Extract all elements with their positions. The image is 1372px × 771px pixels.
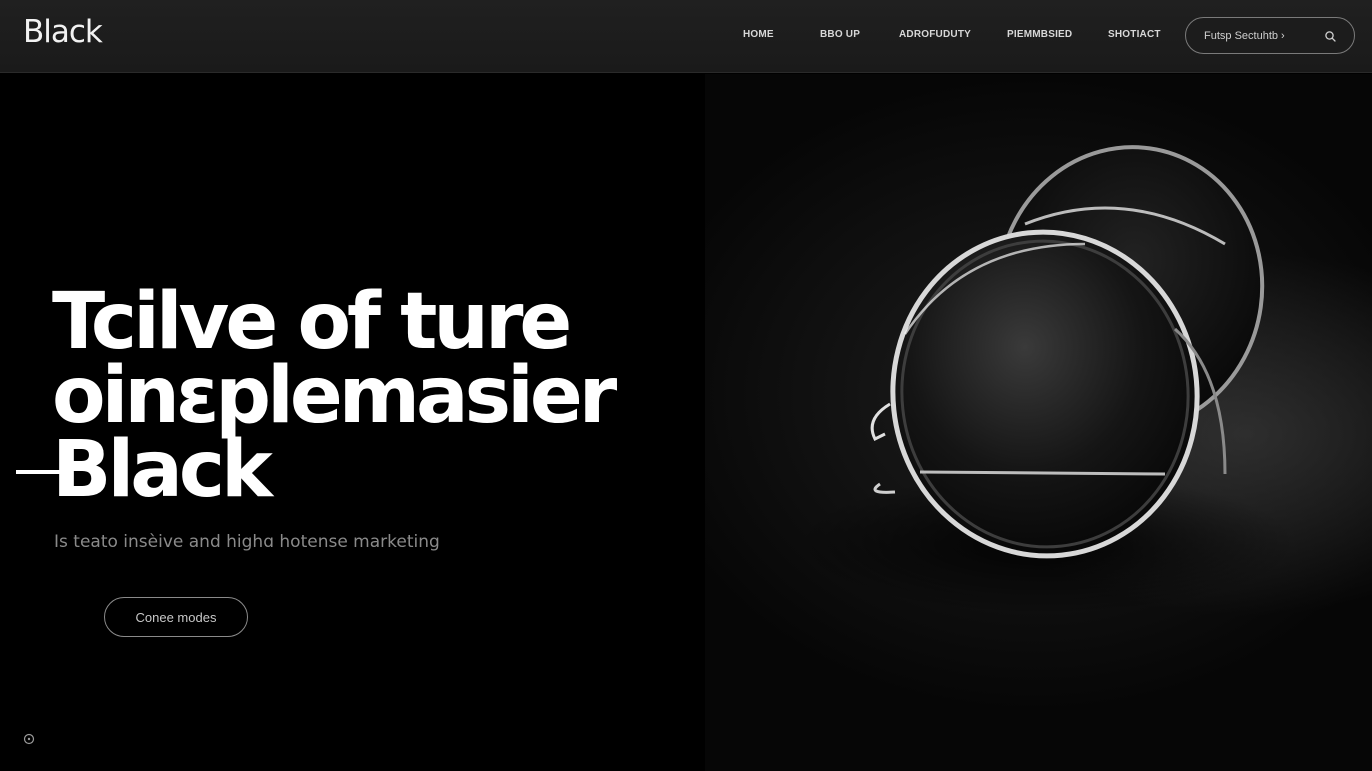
headline-line-3: Black: [52, 425, 273, 515]
nav-piemmbsied[interactable]: PIEMMBSIED: [1007, 29, 1072, 40]
headline-line-1: Tcilve of ture: [52, 277, 572, 367]
headline-line-2: oinɛplemasier: [52, 351, 617, 441]
nav-bbo-up[interactable]: BBO UP: [820, 29, 860, 40]
hero-headline: Tcilve of ture oinɛplemasier Black: [52, 277, 672, 515]
nav-adrofuduty[interactable]: ADROFUDUTY: [899, 29, 971, 40]
main-nav: HOME BBO UP ADROFUDUTY PIEMMBSIED SHOTIA…: [0, 29, 1180, 43]
cta-button[interactable]: Conee modes: [104, 597, 248, 637]
search-box[interactable]: [1185, 17, 1355, 54]
search-icon[interactable]: [1324, 30, 1337, 43]
headline-dash: [16, 470, 62, 474]
nav-shotiact[interactable]: SHOTIACT: [1108, 29, 1161, 40]
sunglasses-photo: [795, 145, 1295, 614]
product-image-panel: [705, 74, 1372, 771]
circle-icon[interactable]: [23, 732, 35, 745]
nav-home[interactable]: HOME: [743, 29, 774, 40]
site-header: Black HOME BBO UP ADROFUDUTY PIEMMBSIED …: [0, 0, 1372, 73]
search-input[interactable]: [1204, 27, 1314, 45]
hero-subtitle: Is teato insèive and highɑ hotense marke…: [54, 532, 440, 552]
